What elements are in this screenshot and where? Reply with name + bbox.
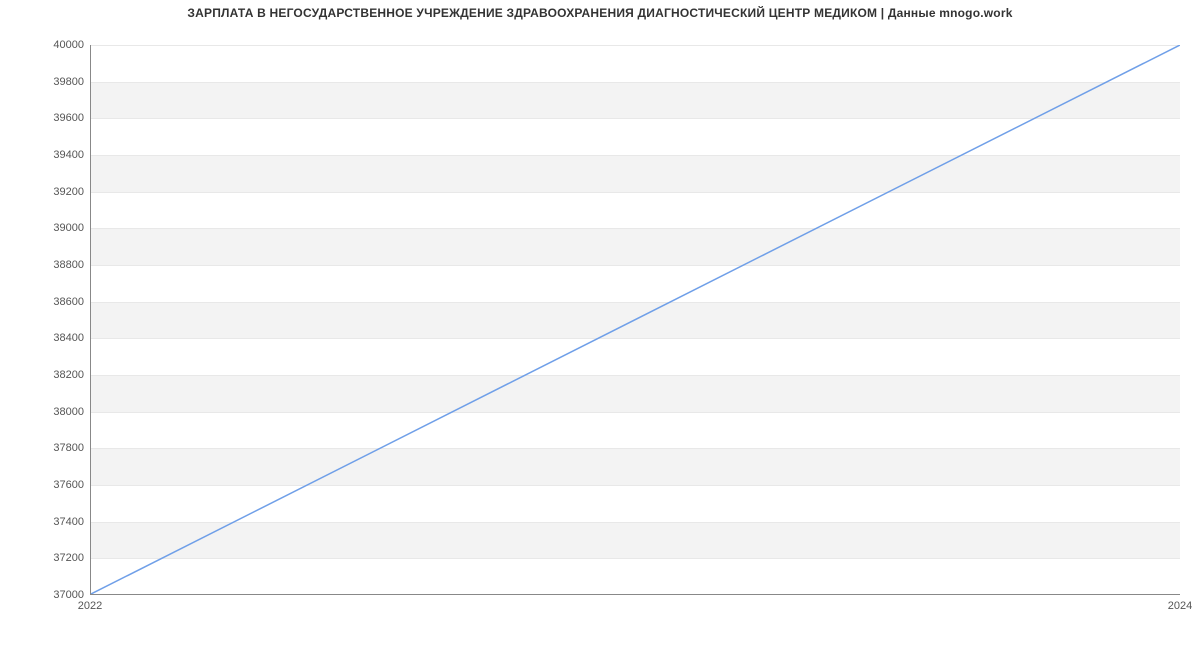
x-tick-label: 2022 — [78, 600, 102, 612]
y-tick-label: 39000 — [24, 222, 84, 234]
y-tick-label: 37400 — [24, 516, 84, 528]
y-tick-label: 39600 — [24, 112, 84, 124]
plot-area — [90, 45, 1180, 595]
x-tick-label: 2024 — [1168, 600, 1192, 612]
y-tick-label: 39200 — [24, 186, 84, 198]
y-tick-label: 38800 — [24, 259, 84, 271]
y-tick-label: 37800 — [24, 442, 84, 454]
y-tick-label: 39800 — [24, 76, 84, 88]
y-tick-label: 40000 — [24, 39, 84, 51]
y-tick-label: 38600 — [24, 296, 84, 308]
chart-container: ЗАРПЛАТА В НЕГОСУДАРСТВЕННОЕ УЧРЕЖДЕНИЕ … — [0, 0, 1200, 650]
y-tick-label: 38000 — [24, 406, 84, 418]
y-tick-label: 37000 — [24, 589, 84, 601]
y-tick-label: 38200 — [24, 369, 84, 381]
chart-title: ЗАРПЛАТА В НЕГОСУДАРСТВЕННОЕ УЧРЕЖДЕНИЕ … — [0, 6, 1200, 20]
series-line — [91, 45, 1180, 594]
y-tick-label: 39400 — [24, 149, 84, 161]
y-tick-label: 37200 — [24, 552, 84, 564]
y-tick-label: 38400 — [24, 332, 84, 344]
y-tick-label: 37600 — [24, 479, 84, 491]
line-series — [91, 45, 1180, 594]
